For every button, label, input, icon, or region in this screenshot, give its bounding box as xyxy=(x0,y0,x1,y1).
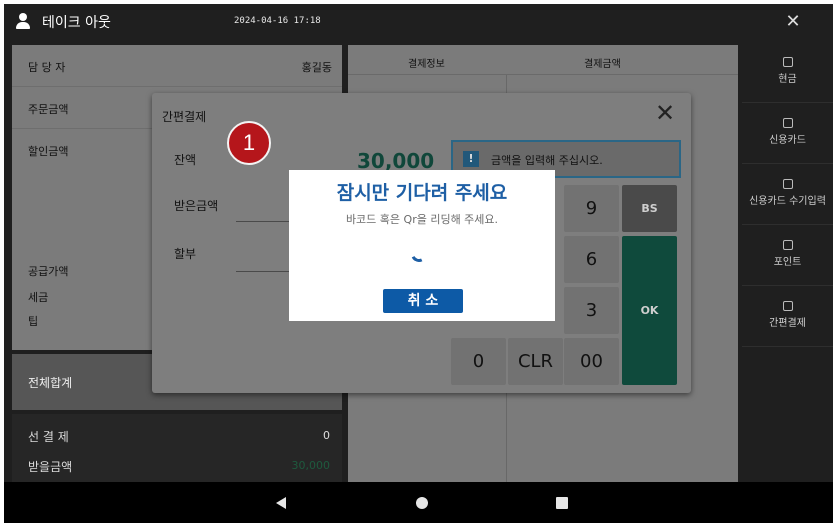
cube-icon xyxy=(782,179,793,189)
menu-item-manual-card[interactable]: 신용카드 수기입력 xyxy=(742,167,833,225)
step-marker: 1 xyxy=(227,121,271,165)
key-3[interactable]: 3 xyxy=(564,287,619,334)
menu-item-simple-pay[interactable]: 간편결제 xyxy=(742,289,833,347)
menu-item-label: 포인트 xyxy=(773,257,802,268)
key-0[interactable]: 0 xyxy=(451,338,506,385)
installment-field[interactable] xyxy=(236,271,296,272)
backspace-button[interactable]: BS xyxy=(622,185,677,232)
payment-amount-header: 결제금액 xyxy=(584,59,621,70)
staff-value: 홍길동 xyxy=(301,61,332,74)
tax-label: 세금 xyxy=(28,291,49,304)
cancel-button[interactable]: 취 소 xyxy=(383,289,463,313)
order-type-title: 테이크 아웃 xyxy=(42,15,111,31)
received-amount-field[interactable] xyxy=(236,221,296,222)
order-amount-label: 주문금액 xyxy=(28,103,69,116)
cube-icon xyxy=(782,118,793,128)
wait-title: 잠시만 기다려 주세요 xyxy=(336,182,508,204)
menu-item-label: 현금 xyxy=(778,74,797,85)
discount-label: 할인금액 xyxy=(28,145,69,158)
wait-subtitle: 바코드 혹은 Qr을 리딩해 주세요. xyxy=(345,213,499,226)
back-icon[interactable] xyxy=(276,497,286,509)
payment-info-header: 결제정보 xyxy=(408,59,445,70)
supply-label: 공급가액 xyxy=(28,265,69,278)
home-icon[interactable] xyxy=(416,497,428,509)
staff-row: 담 당 자 홍길동 xyxy=(12,45,342,87)
cube-icon xyxy=(782,57,793,67)
close-icon[interactable]: ✕ xyxy=(782,11,804,33)
clear-button[interactable]: CLR xyxy=(508,338,563,385)
tip-label: 팁 xyxy=(28,315,39,328)
top-bar: 테이크 아웃 2024-04-16 17:18 ✕ xyxy=(4,4,833,41)
wait-popup: 잠시만 기다려 주세요 바코드 혹은 Qr을 리딩해 주세요. 취 소 xyxy=(289,170,555,321)
payment-method-menu: 현금 신용카드 신용카드 수기입력 포인트 간편결제 xyxy=(742,45,833,482)
balance-label: 잔액 xyxy=(174,153,197,167)
menu-item-label: 신용카드 xyxy=(769,135,806,146)
installment-label: 할부 xyxy=(174,247,197,261)
received-amount-label: 받은금액 xyxy=(174,199,219,213)
dialog-close-icon[interactable]: ✕ xyxy=(652,101,678,127)
user-icon xyxy=(16,13,30,29)
key-6[interactable]: 6 xyxy=(564,236,619,283)
prepaid-value: 0 xyxy=(323,429,330,442)
payment-table-header: 결제정보 결제금액 xyxy=(348,45,738,75)
staff-label: 담 당 자 xyxy=(28,61,66,74)
menu-item-label: 신용카드 수기입력 xyxy=(749,196,826,207)
grand-total-label: 전체합계 xyxy=(28,376,73,390)
menu-item-points[interactable]: 포인트 xyxy=(742,228,833,286)
loading-spinner-icon xyxy=(408,243,430,265)
app-frame: 테이크 아웃 2024-04-16 17:18 ✕ 담 당 자 홍길동 주문금액… xyxy=(4,4,833,523)
menu-item-label: 간편결제 xyxy=(769,318,806,329)
datetime-label: 2024-04-16 17:18 xyxy=(234,16,321,26)
info-icon: ! xyxy=(463,151,479,167)
menu-item-cash[interactable]: 현금 xyxy=(742,45,833,103)
cube-icon xyxy=(782,240,793,250)
dialog-title: 간편결제 xyxy=(162,110,207,124)
menu-item-credit-card[interactable]: 신용카드 xyxy=(742,106,833,164)
ok-button[interactable]: OK xyxy=(622,236,677,385)
payment-summary: 선 결 제 0 받을금액 30,000 xyxy=(12,414,342,482)
cube-icon xyxy=(782,301,793,311)
key-9[interactable]: 9 xyxy=(564,185,619,232)
received-value: 30,000 xyxy=(291,459,331,472)
amount-message: 금액을 입력해 주십시오. xyxy=(491,154,603,167)
key-00[interactable]: 00 xyxy=(564,338,619,385)
system-nav-bar xyxy=(4,482,833,523)
received-label: 받을금액 xyxy=(28,460,73,474)
prepaid-label: 선 결 제 xyxy=(28,430,69,444)
recent-apps-icon[interactable] xyxy=(556,497,568,509)
